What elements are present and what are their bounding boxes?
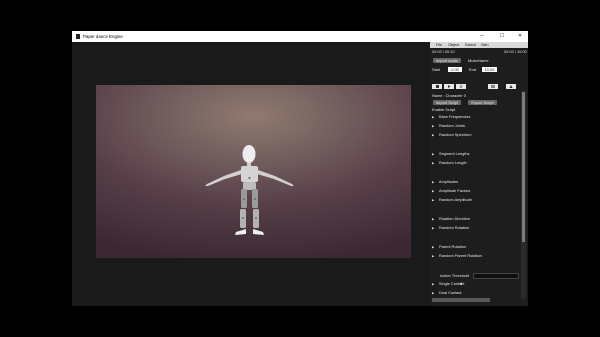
character-torso[interactable]: [241, 166, 258, 182]
param-row[interactable]: ▶ Amplitude Factors: [432, 188, 470, 194]
expand-arrow-icon[interactable]: ▶: [432, 114, 439, 120]
paper-character[interactable]: [96, 85, 411, 258]
param-row[interactable]: ▶ Random Joints: [432, 123, 465, 129]
end-label: End: [469, 67, 476, 72]
action-threshold-slider[interactable]: [473, 273, 519, 279]
expand-arrow-icon[interactable]: ▶: [432, 123, 439, 129]
character-right-foot[interactable]: [253, 229, 264, 235]
character-head[interactable]: [242, 145, 256, 163]
music-name: MusicName: [468, 58, 489, 63]
expand-arrow-icon[interactable]: ▶: [432, 216, 439, 222]
expand-arrow-icon[interactable]: ▶: [432, 253, 439, 259]
param-label: Rotation Direction: [439, 216, 470, 221]
start-field[interactable]: 0.00: [448, 67, 462, 72]
app-window: Paper dance Engine – ☐ ✕ File Object Dan…: [72, 31, 528, 306]
param-label: Random Amplitude: [439, 197, 472, 202]
param-label: Random Rotation: [439, 225, 470, 230]
expand-arrow-icon[interactable]: ▶: [432, 188, 439, 194]
stop-button[interactable]: [432, 84, 442, 89]
param-row[interactable]: ▶ Segment Lengths: [432, 151, 470, 157]
menu-bar: File Object Dance Skin: [430, 42, 528, 48]
horizontal-scrollbar[interactable]: [432, 298, 490, 302]
refresh-button[interactable]: [456, 84, 466, 89]
param-row[interactable]: ▶ Random Rotation: [432, 225, 469, 231]
title-bar: Paper dance Engine – ☐ ✕: [72, 31, 528, 42]
minimize-button[interactable]: –: [475, 31, 489, 42]
param-label: Amplitudes: [439, 179, 459, 184]
expand-arrow-icon[interactable]: ▶: [432, 244, 439, 250]
menu-dance[interactable]: Dance: [465, 42, 476, 48]
refresh-icon: [459, 85, 463, 88]
grid-button[interactable]: [488, 84, 498, 89]
current-time: 00:00 / 00:10: [432, 49, 455, 54]
param-row[interactable]: ▶ Random Spectrum: [432, 132, 471, 138]
joint-dot: [243, 198, 245, 200]
param-label: Random Spectrum: [439, 132, 472, 137]
enable-script-label[interactable]: Enable Script: [432, 107, 455, 112]
character-icon: [509, 85, 513, 88]
contact-row[interactable]: ▶ Dual Contact: [432, 290, 462, 296]
grid-icon: [491, 85, 495, 88]
menu-object[interactable]: Object: [448, 42, 459, 48]
import-audio-button[interactable]: Import Audio: [433, 58, 461, 63]
scene-viewport[interactable]: [72, 42, 430, 306]
param-label: Parent Rotation: [439, 244, 467, 249]
panel-scrollbar-thumb[interactable]: [522, 92, 525, 242]
action-threshold-label: Action Threshold: [440, 273, 470, 278]
param-row[interactable]: ▶ Parent Rotation: [432, 244, 466, 250]
maximize-button[interactable]: ☐: [495, 31, 509, 42]
app-icon: [76, 34, 80, 39]
start-label: Start: [432, 67, 441, 72]
stop-icon: [435, 85, 439, 88]
param-row[interactable]: ▶ Amplitudes: [432, 179, 458, 185]
character-left-foot[interactable]: [235, 229, 246, 235]
contact-label: Dual Contact: [439, 290, 462, 295]
close-button[interactable]: ✕: [513, 31, 527, 42]
total-time: 00:00 / 10:00: [504, 49, 527, 54]
expand-arrow-icon[interactable]: ▶: [432, 179, 439, 185]
joint-dot: [242, 217, 244, 219]
expand-arrow-icon[interactable]: ▶: [432, 197, 439, 203]
play-button[interactable]: [444, 84, 454, 89]
character-left-arm[interactable]: [205, 170, 242, 186]
import-script-button[interactable]: Import Script: [433, 100, 461, 105]
expand-arrow-icon[interactable]: ▶: [432, 290, 439, 296]
dance-stage[interactable]: [96, 85, 411, 258]
param-label: Random Length: [439, 160, 467, 165]
joint-dot: [248, 177, 251, 179]
window-title: Paper dance Engine: [83, 34, 123, 39]
expand-arrow-icon[interactable]: ▶: [432, 160, 439, 166]
menu-file[interactable]: File: [436, 42, 442, 48]
expand-arrow-icon[interactable]: ▶: [432, 132, 439, 138]
single-contact-check-icon[interactable]: ♥: [460, 281, 462, 286]
control-panel: File Object Dance Skin 00:00 / 00:10 00:…: [430, 42, 528, 306]
end-field[interactable]: 10.00: [482, 67, 497, 72]
param-label: Base Frequencies: [439, 114, 471, 119]
param-label: Amplitude Factors: [439, 188, 471, 193]
play-icon: [448, 85, 451, 88]
character-name: Name : Character 0: [432, 93, 466, 98]
param-row[interactable]: ▶ Random Length: [432, 160, 467, 166]
joint-dot: [254, 198, 256, 200]
param-label: Segment Lengths: [439, 151, 470, 156]
character-right-arm[interactable]: [257, 170, 294, 186]
param-label: Random Joints: [439, 123, 465, 128]
param-row[interactable]: ▶ Base Frequencies: [432, 114, 470, 120]
expand-arrow-icon[interactable]: ▶: [432, 225, 439, 231]
param-label: Random Parent Rotation: [439, 253, 482, 258]
menu-skin[interactable]: Skin: [481, 42, 489, 48]
character-button[interactable]: [506, 84, 516, 89]
param-row[interactable]: ▶ Random Parent Rotation: [432, 253, 482, 259]
joint-dot: [255, 217, 257, 219]
character-pelvis[interactable]: [243, 182, 256, 190]
param-row[interactable]: ▶ Random Amplitude: [432, 197, 472, 203]
expand-arrow-icon[interactable]: ▶: [432, 281, 439, 287]
param-row[interactable]: ▶ Rotation Direction: [432, 216, 470, 222]
expand-arrow-icon[interactable]: ▶: [432, 151, 439, 157]
export-script-button[interactable]: Export Script: [468, 100, 497, 105]
